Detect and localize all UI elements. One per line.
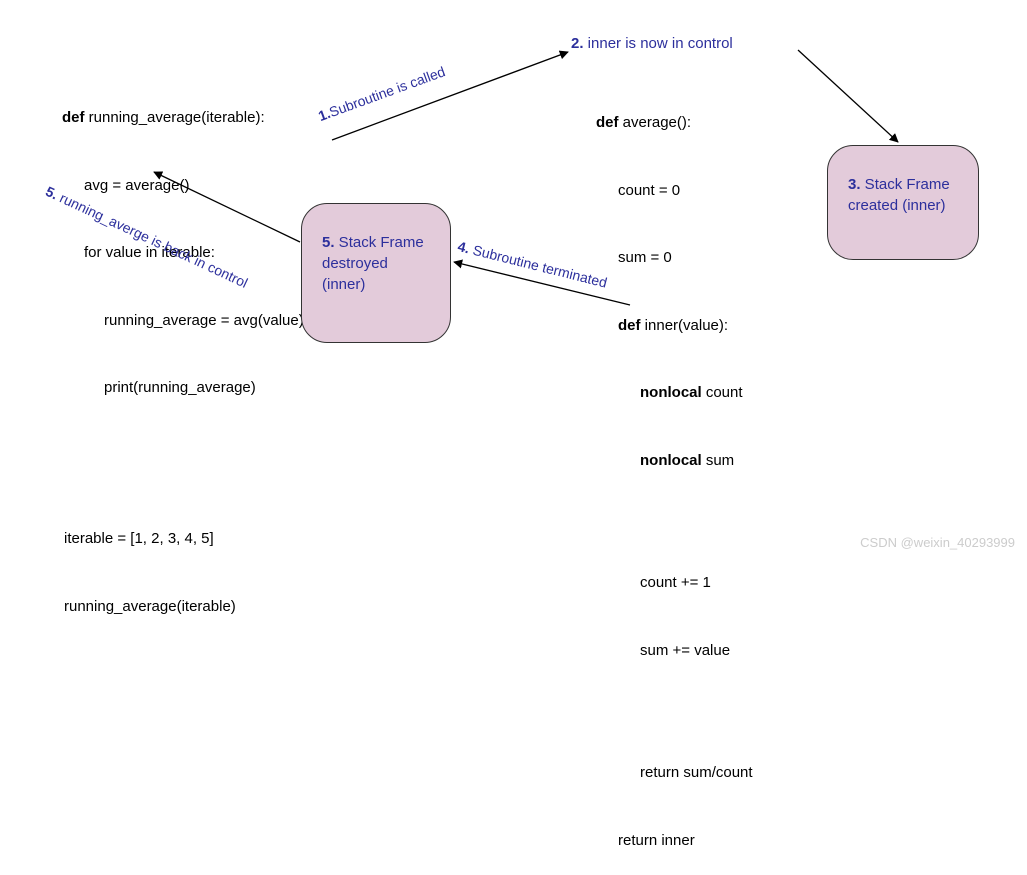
annotation-1-text: Subroutine is called bbox=[327, 63, 447, 120]
bottom-code-line-1: iterable = [1, 2, 3, 4, 5] bbox=[64, 528, 236, 551]
right-code-line-5: nonlocal count bbox=[596, 382, 753, 405]
annotation-3-text: Stack Frame created (inner) bbox=[848, 176, 950, 214]
annotation-4-text: Subroutine terminated bbox=[467, 241, 608, 291]
stack-frame-created-box: 3. Stack Frame created (inner) bbox=[827, 145, 979, 260]
stack-frame-destroyed-box: 5. Stack Frame destroyed (inner) bbox=[301, 203, 451, 343]
right-code-line-1: def average(): bbox=[596, 112, 753, 135]
watermark: CSDN @weixin_40293999 bbox=[860, 535, 1015, 550]
bottom-code-line-2: running_average(iterable) bbox=[64, 596, 236, 619]
annotation-4: 4. Subroutine terminated bbox=[456, 238, 609, 291]
annotation-2-num: 2. bbox=[571, 35, 584, 52]
annotation-1: 1.Subroutine is called bbox=[316, 63, 447, 124]
right-code-line-10: return inner bbox=[596, 830, 753, 853]
left-code-line-1: def running_average(iterable): bbox=[62, 107, 304, 130]
left-code-line-4: running_average = avg(value) bbox=[62, 310, 304, 333]
left-code-line-5: print(running_average) bbox=[62, 377, 304, 400]
left-code-block: def running_average(iterable): avg = ave… bbox=[62, 62, 304, 422]
annotation-5box-num: 5. bbox=[322, 234, 335, 251]
right-code-block: def average(): count = 0 sum = 0 def inn… bbox=[596, 67, 753, 875]
right-code-line-6: nonlocal sum bbox=[596, 450, 753, 473]
annotation-2-text: inner is now in control bbox=[584, 35, 733, 52]
right-code-line-2: count = 0 bbox=[596, 180, 753, 203]
right-code-line-3: sum = 0 bbox=[596, 247, 753, 270]
annotation-5box-text: Stack Frame destroyed (inner) bbox=[322, 234, 424, 293]
right-code-line-7: count += 1 bbox=[596, 572, 753, 595]
annotation-3-num: 3. bbox=[848, 176, 861, 193]
right-code-line-9: return sum/count bbox=[596, 762, 753, 785]
bottom-code-block: iterable = [1, 2, 3, 4, 5] running_avera… bbox=[64, 483, 236, 641]
left-code-l1-rest: running_average(iterable): bbox=[89, 109, 265, 126]
arrow-2-to-3 bbox=[798, 50, 898, 142]
right-code-line-8: sum += value bbox=[596, 640, 753, 663]
left-code-line-2: avg = average() bbox=[62, 175, 304, 198]
right-code-line-4: def inner(value): bbox=[596, 315, 753, 338]
annotation-2: 2. inner is now in control bbox=[571, 35, 733, 52]
